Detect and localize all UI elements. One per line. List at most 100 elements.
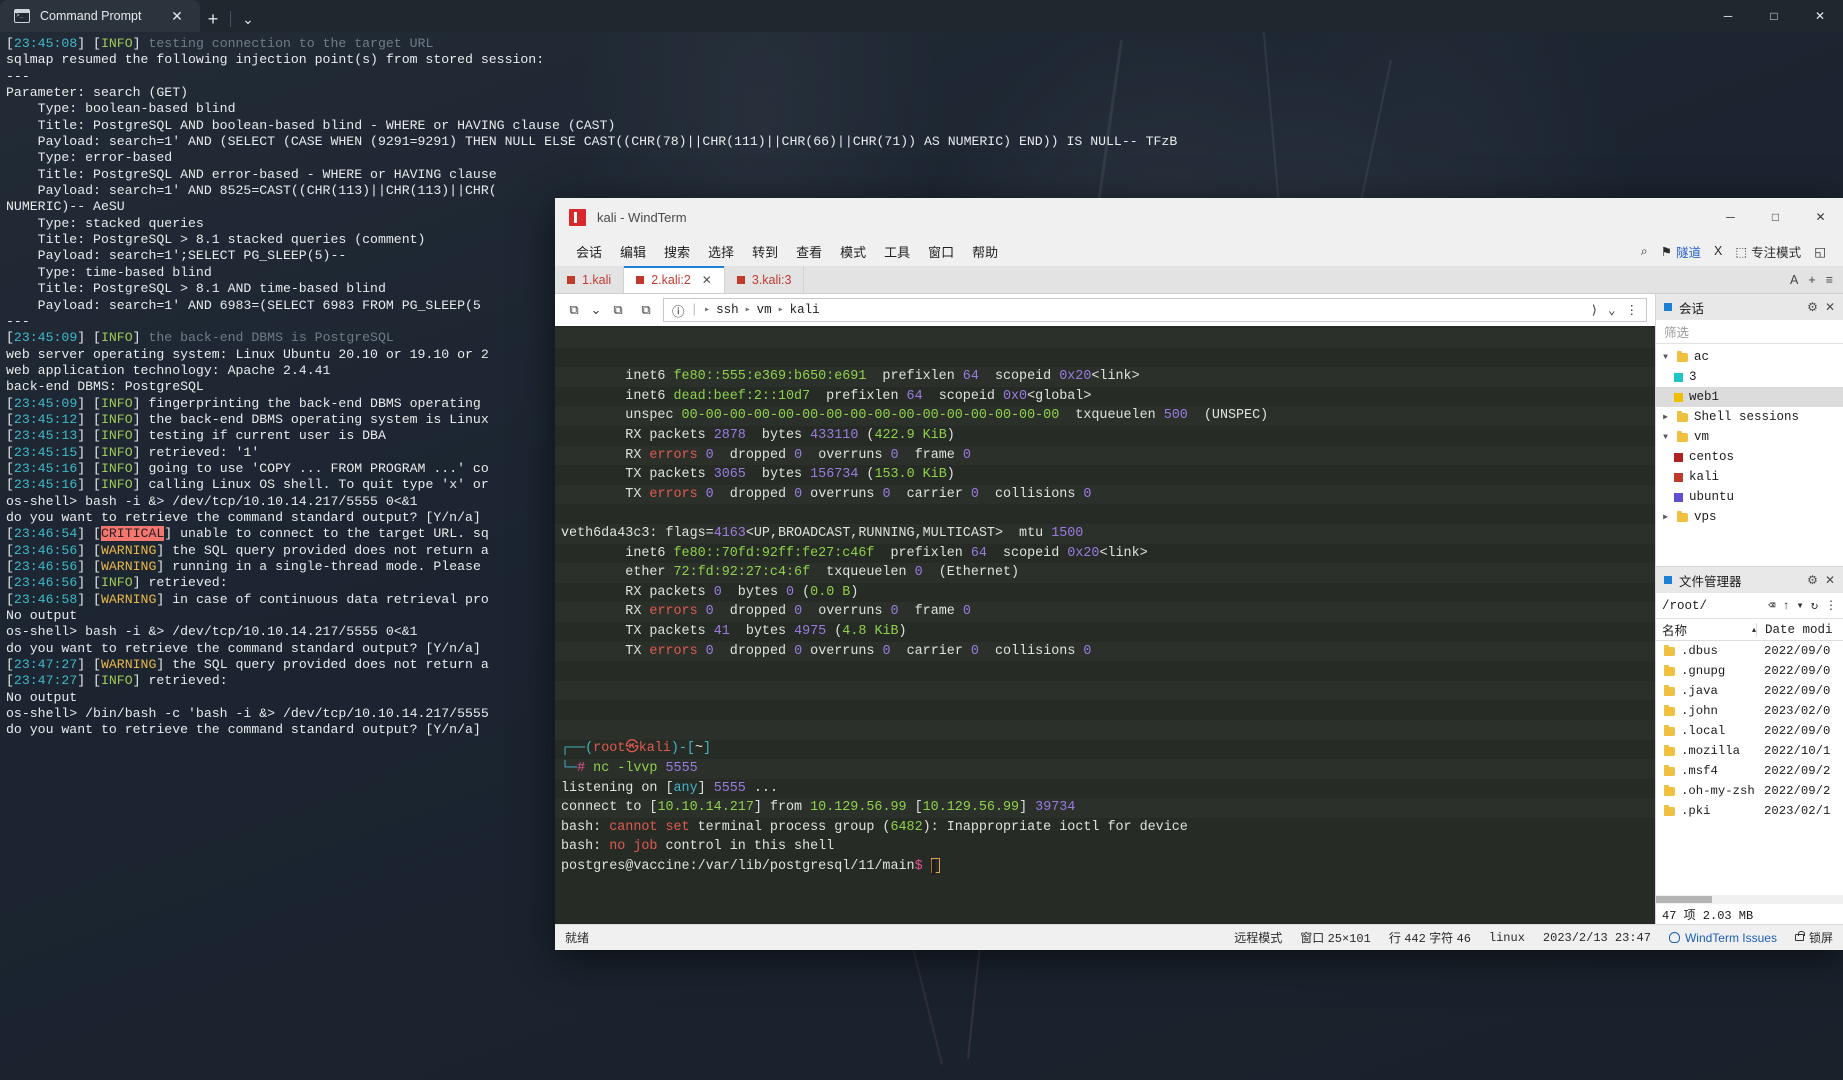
chevron-down-icon[interactable]: ▼ (1660, 353, 1671, 362)
minimize-button[interactable]: ─ (1705, 0, 1751, 32)
chevron-down-icon[interactable]: ⌄ (591, 299, 602, 321)
terminal-line: TX packets 41 bytes 4975 (4.8 KiB) (561, 623, 907, 639)
menu-转到[interactable]: 转到 (743, 239, 787, 264)
close-session-icon[interactable]: ⧉ (607, 299, 629, 321)
session-tab-1.kali[interactable]: 1.kali (555, 266, 625, 293)
menu-编辑[interactable]: 编辑 (611, 239, 655, 264)
chevron-right-icon[interactable]: ▶ (1660, 512, 1671, 522)
session-tree-item-ac[interactable]: ▼ ac (1656, 347, 1843, 367)
dropdown-icon[interactable]: ▾ (1797, 598, 1804, 613)
session-tree-item-web1[interactable]: web1 (1656, 387, 1843, 407)
status-row-value: 442 (1404, 932, 1426, 946)
file-row[interactable]: .dbus 2022/09/0 (1656, 641, 1843, 661)
terminal-tab-command-prompt[interactable]: Command Prompt ✕ (0, 0, 200, 32)
menu-帮助[interactable]: 帮助 (963, 239, 1007, 264)
tunnel-flag-icon[interactable]: ⚑ 隧道 (1656, 239, 1706, 264)
session-tree-item-3[interactable]: 3 (1656, 367, 1843, 387)
close-button[interactable]: ✕ (1797, 0, 1843, 32)
menubar-tools: ⌕ ⚑ 隧道 X ⬚ 专注模式 ◱ (1636, 239, 1843, 264)
terminal-line: └─# nc -lvvp 5555 (561, 761, 698, 777)
file-row[interactable]: .pki 2023/02/1 (1656, 801, 1843, 821)
status-mode[interactable]: 远程模式 (1234, 929, 1282, 946)
scrollbar-thumb[interactable] (1656, 896, 1712, 903)
menu-会话[interactable]: 会话 (567, 239, 611, 264)
gear-icon[interactable]: ⚙ (1807, 573, 1818, 587)
breadcrumb-item-kali[interactable]: kali (790, 303, 820, 317)
file-row[interactable]: .local 2022/09/0 (1656, 721, 1843, 741)
send-command-icon[interactable]: ⟩ (1590, 302, 1598, 318)
bug-icon (1668, 932, 1680, 943)
file-name-cell: .gnupg (1656, 664, 1756, 678)
windterm-issues-link[interactable]: WindTerm Issues (1668, 931, 1777, 945)
font-size-icon[interactable]: A (1790, 273, 1798, 287)
session-tree-item-Shell-sessions[interactable]: ▶ Shell sessions (1656, 407, 1843, 427)
layout-panes-icon[interactable]: ◱ (1809, 241, 1831, 262)
more-options-icon[interactable]: ⋮ (1825, 598, 1837, 613)
reconnect-icon[interactable]: ⧉ (635, 299, 657, 321)
focus-mode-icon[interactable]: ⬚ 专注模式 (1730, 239, 1806, 264)
close-icon[interactable]: ✕ (164, 3, 190, 29)
close-icon[interactable]: ✕ (702, 273, 712, 287)
file-row[interactable]: .java 2022/09/0 (1656, 681, 1843, 701)
breadcrumb-item-vm[interactable]: vm (757, 303, 772, 317)
session-tree-item-vm[interactable]: ▼ vm (1656, 427, 1843, 447)
menu-搜索[interactable]: 搜索 (655, 239, 699, 264)
session-color-icon (636, 275, 645, 284)
more-options-icon[interactable]: ⋮ (1626, 302, 1639, 318)
x-close-icon[interactable]: X (1709, 241, 1727, 261)
menu-工具[interactable]: 工具 (875, 239, 919, 264)
session-tab-3.kali:3[interactable]: 3.kali:3 (724, 266, 805, 293)
windterm-close-button[interactable]: ✕ (1798, 198, 1843, 236)
new-session-icon[interactable]: ⧉ (563, 299, 585, 321)
chevron-down-icon[interactable]: ▼ (1660, 433, 1671, 442)
column-header-name[interactable]: 名称 ▴ (1656, 620, 1756, 639)
menu-选择[interactable]: 选择 (699, 239, 743, 264)
tab-list-icon[interactable]: ≡ (1826, 273, 1833, 287)
gear-icon[interactable]: ⚙ (1807, 300, 1818, 314)
session-tree-item-kali[interactable]: kali (1656, 467, 1843, 487)
chevron-down-icon[interactable]: ⌄ (235, 6, 261, 32)
status-window-value: 25×101 (1327, 932, 1371, 946)
session-color-icon (1674, 452, 1683, 462)
parent-folder-icon[interactable]: ↑ (1782, 599, 1789, 613)
windterm-maximize-button[interactable]: □ (1753, 198, 1798, 236)
session-tab-2.kali:2[interactable]: 2.kali:2 ✕ (624, 266, 725, 293)
menu-窗口[interactable]: 窗口 (919, 239, 963, 264)
session-tree-item-centos[interactable]: centos (1656, 447, 1843, 467)
search-icon[interactable]: ⌕ (1636, 241, 1653, 262)
status-cursor-position: 行 442 字符 46 (1389, 929, 1471, 946)
sessions-filter-input[interactable]: 筛选 (1656, 320, 1843, 344)
close-icon[interactable]: ✕ (1825, 300, 1835, 314)
add-tab-icon[interactable]: + (1808, 273, 1815, 287)
session-tree-item-vps[interactable]: ▶ vps (1656, 507, 1843, 527)
info-icon[interactable]: ⓘ (672, 301, 685, 320)
windterm-minimize-button[interactable]: ─ (1708, 198, 1753, 236)
session-tree-item-ubuntu[interactable]: ubuntu (1656, 487, 1843, 507)
file-date: 2022/09/0 (1764, 684, 1831, 698)
file-row[interactable]: .oh-my-zsh 2022/09/2 (1656, 781, 1843, 801)
session-tree-label: vm (1694, 430, 1710, 444)
lock-screen-button[interactable]: 锁屏 (1794, 929, 1833, 946)
file-manager-path[interactable]: /root/ (1662, 599, 1707, 613)
menu-模式[interactable]: 模式 (831, 239, 875, 264)
new-tab-button[interactable]: + (200, 6, 226, 32)
file-manager-horizontal-scrollbar[interactable] (1656, 895, 1843, 904)
maximize-button[interactable]: □ (1751, 0, 1797, 32)
breadcrumb-item-ssh[interactable]: ssh (716, 303, 739, 317)
file-row[interactable]: .john 2023/02/0 (1656, 701, 1843, 721)
file-row[interactable]: .msf4 2022/09/2 (1656, 761, 1843, 781)
file-row[interactable]: .gnupg 2022/09/0 (1656, 661, 1843, 681)
folder-icon (1664, 704, 1675, 716)
terminal-tab-label: Command Prompt (40, 9, 142, 23)
history-dropdown-icon[interactable]: ⌄ (1608, 302, 1616, 318)
session-path-field[interactable]: ⓘ | ▸ ssh ▸ vm ▸ kali ⟩ ⌄ ⋮ (663, 298, 1647, 322)
clear-path-icon[interactable]: ⌫ (1768, 598, 1775, 613)
file-manager-column-headers: 名称 ▴ Date modi (1656, 619, 1843, 641)
column-header-date[interactable]: Date modi (1756, 622, 1843, 637)
windterm-terminal-output[interactable]: inet6 fe80::555:e369:b650:e691 prefixlen… (555, 326, 1655, 924)
menu-查看[interactable]: 查看 (787, 239, 831, 264)
file-row[interactable]: .mozilla 2022/10/1 (1656, 741, 1843, 761)
refresh-icon[interactable]: ↻ (1811, 598, 1818, 613)
chevron-right-icon[interactable]: ▶ (1660, 412, 1671, 422)
close-icon[interactable]: ✕ (1825, 573, 1835, 587)
